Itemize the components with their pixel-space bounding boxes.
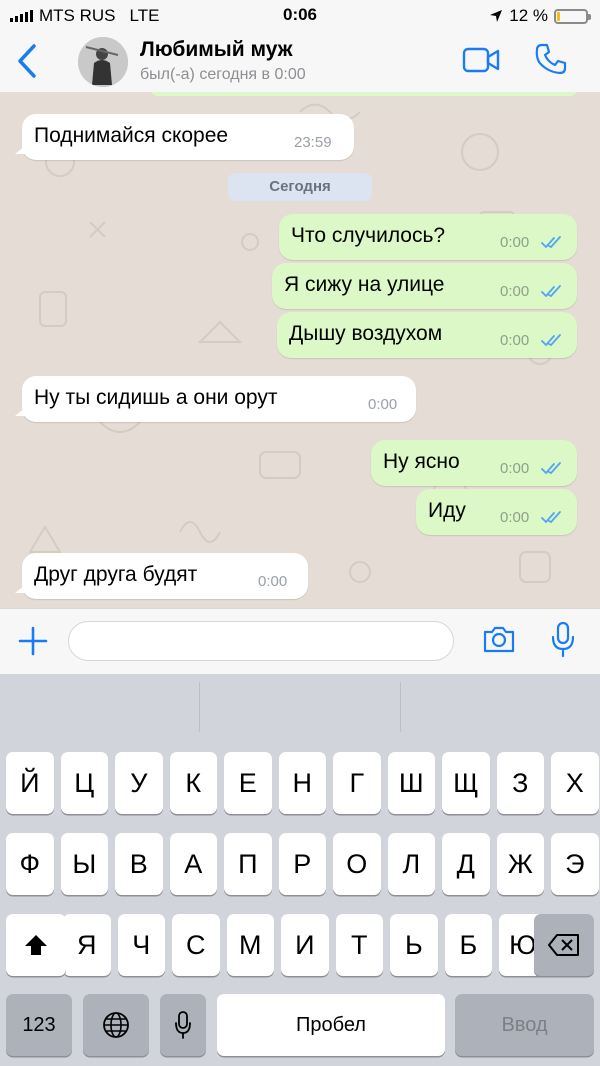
- read-ticks-icon: [541, 462, 561, 475]
- key-Л[interactable]: Л: [387, 833, 436, 895]
- message-text: Друг друга будят: [34, 563, 198, 586]
- message-text: Я сижу на улице: [284, 273, 445, 296]
- date-separator: Сегодня: [228, 173, 372, 201]
- chat-area[interactable]: Поднимайся скорее 23:59 Сегодня Что случ…: [0, 92, 600, 608]
- key-О[interactable]: О: [333, 833, 381, 895]
- key-А[interactable]: А: [169, 833, 218, 895]
- contact-name[interactable]: Любимый муж: [140, 38, 293, 62]
- read-ticks-icon: [541, 511, 561, 524]
- key-З[interactable]: З: [496, 752, 545, 814]
- space-key[interactable]: Пробел: [217, 994, 445, 1056]
- phone-icon[interactable]: [534, 42, 568, 76]
- bubble-tail: [15, 585, 25, 593]
- status-bar: MTS RUS LTE 0:06 12 %: [0, 0, 600, 32]
- chevron-left-icon[interactable]: [14, 42, 44, 80]
- backspace-key[interactable]: [534, 914, 594, 976]
- previous-message-edge: [150, 92, 578, 96]
- key-Ж[interactable]: Ж: [496, 833, 545, 895]
- key-Ы[interactable]: Ы: [60, 833, 109, 895]
- key-М[interactable]: М: [226, 914, 275, 976]
- message-text: Что случилось?: [291, 224, 446, 247]
- message-incoming[interactable]: Друг друга будят 0:00: [15, 553, 308, 599]
- numbers-key[interactable]: 123: [6, 994, 72, 1056]
- globe-key[interactable]: [83, 994, 149, 1056]
- suggestion-divider: [400, 682, 401, 732]
- keyboard: ЙЦУКЕНГШЩЗХФЫВАПРОЛДЖЭЯЧСМИТЬБЮ 123 Проб…: [0, 674, 600, 1066]
- camera-icon[interactable]: [482, 624, 516, 654]
- message-text: Поднимайся скорее: [34, 124, 229, 147]
- key-К[interactable]: К: [169, 752, 218, 814]
- key-Ф[interactable]: Ф: [6, 833, 54, 895]
- key-Т[interactable]: Т: [335, 914, 384, 976]
- battery-icon: [554, 8, 591, 24]
- key-Х[interactable]: Х: [551, 752, 599, 814]
- key-В[interactable]: В: [115, 833, 163, 895]
- message-time: 0:00: [500, 460, 530, 477]
- key-П[interactable]: П: [224, 833, 272, 895]
- key-У[interactable]: У: [115, 752, 163, 814]
- message-text: Иду: [428, 499, 466, 522]
- message-time: 0:00: [500, 332, 530, 349]
- message-outgoing[interactable]: Что случилось? 0:00: [279, 214, 577, 260]
- status-right: 12 %: [489, 6, 591, 26]
- key-Ч[interactable]: Ч: [117, 914, 166, 976]
- message-incoming[interactable]: Поднимайся скорее 23:59: [15, 114, 354, 160]
- key-Э[interactable]: Э: [551, 833, 599, 895]
- video-call-icon[interactable]: [462, 46, 500, 74]
- key-Р[interactable]: Р: [278, 833, 327, 895]
- key-Н[interactable]: Н: [278, 752, 327, 814]
- shift-key[interactable]: [6, 914, 66, 976]
- read-ticks-icon: [541, 236, 561, 249]
- suggestion-bar: [0, 674, 600, 738]
- shift-icon: [25, 935, 47, 955]
- bubble-tail: [15, 146, 25, 154]
- key-Щ[interactable]: Щ: [442, 752, 490, 814]
- message-input-bar: [0, 608, 600, 675]
- location-arrow-icon: [490, 10, 503, 22]
- message-outgoing[interactable]: Ну ясно 0:00: [371, 440, 577, 486]
- key-Б[interactable]: Б: [444, 914, 493, 976]
- message-outgoing[interactable]: Я сижу на улице 0:00: [272, 263, 577, 309]
- return-key[interactable]: Ввод: [455, 994, 594, 1056]
- microphone-icon: [175, 1011, 191, 1039]
- message-text: Дышу воздухом: [289, 322, 443, 345]
- bubble-tail: [15, 408, 25, 416]
- message-time: 0:00: [258, 573, 288, 590]
- suggestion-divider: [199, 682, 200, 732]
- dictation-key[interactable]: [160, 994, 206, 1056]
- read-ticks-icon: [541, 334, 561, 347]
- message-input[interactable]: [68, 621, 454, 661]
- message-time: 23:59: [294, 134, 332, 151]
- avatar[interactable]: [78, 37, 128, 87]
- battery-fill: [557, 11, 560, 21]
- chat-header: Любимый муж был(-а) сегодня в 0:00: [0, 32, 600, 93]
- key-Ш[interactable]: Ш: [387, 752, 436, 814]
- battery-percent: 12 %: [509, 6, 548, 25]
- key-Я[interactable]: Я: [63, 914, 111, 976]
- read-ticks-icon: [541, 285, 561, 298]
- key-Ц[interactable]: Ц: [60, 752, 109, 814]
- message-text: Ну ты сидишь а они орут: [34, 386, 278, 409]
- avatar-photo: [78, 37, 128, 87]
- key-Й[interactable]: Й: [6, 752, 54, 814]
- message-outgoing[interactable]: Дышу воздухом 0:00: [277, 312, 577, 358]
- plus-icon[interactable]: [18, 626, 48, 656]
- message-outgoing[interactable]: Иду 0:00: [416, 489, 577, 535]
- message-time: 0:00: [500, 283, 530, 300]
- key-Г[interactable]: Г: [333, 752, 381, 814]
- message-incoming[interactable]: Ну ты сидишь а они орут 0:00: [15, 376, 416, 422]
- key-С[interactable]: С: [172, 914, 220, 976]
- globe-icon: [103, 1012, 129, 1038]
- microphone-icon[interactable]: [550, 621, 576, 659]
- key-Д[interactable]: Д: [442, 833, 490, 895]
- key-Ь[interactable]: Ь: [390, 914, 438, 976]
- message-time: 0:00: [368, 396, 398, 413]
- backspace-icon: [548, 934, 579, 956]
- last-seen: был(-а) сегодня в 0:00: [140, 66, 306, 83]
- message-text: Ну ясно: [383, 450, 460, 473]
- key-Е[interactable]: Е: [224, 752, 272, 814]
- key-И[interactable]: И: [281, 914, 329, 976]
- message-time: 0:00: [500, 509, 530, 526]
- message-time: 0:00: [500, 234, 530, 251]
